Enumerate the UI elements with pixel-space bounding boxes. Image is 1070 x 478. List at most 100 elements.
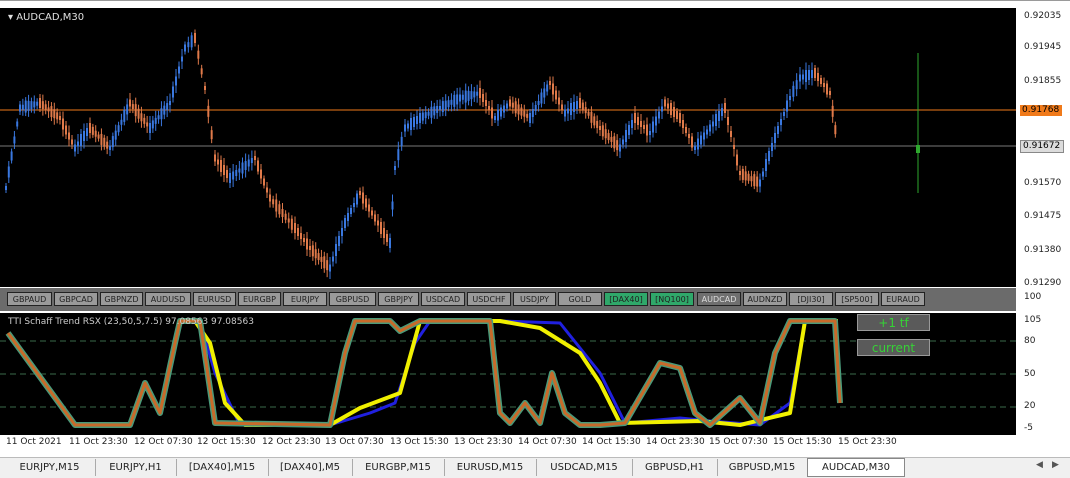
chart-tab[interactable]: AUDCAD,M30 [807, 458, 905, 477]
candle-body [709, 124, 711, 132]
candle-body [427, 111, 430, 116]
price-chart[interactable] [0, 8, 1016, 287]
candle-body [36, 101, 39, 106]
current-tf-button[interactable]: current [857, 339, 930, 356]
candle-body [97, 134, 100, 139]
candle-body [703, 132, 705, 140]
candle-body [194, 33, 196, 43]
symbol-button[interactable]: GBPUSD [329, 292, 376, 306]
time-label: 14 Oct 15:30 [582, 437, 641, 447]
candle-body [257, 160, 259, 172]
candle-body [344, 218, 346, 228]
tab-scroll-right-icon[interactable]: ▶ [1052, 460, 1059, 470]
candle-body [306, 238, 308, 250]
chart-tab[interactable]: USDCAD,M15 [536, 459, 633, 476]
candle-body [549, 81, 551, 85]
candle-body [625, 130, 627, 142]
symbol-button[interactable]: GBPNZD [100, 292, 143, 306]
chart-tab[interactable]: EURJPY,H1 [95, 459, 177, 476]
symbol-button[interactable]: [DJI30] [789, 292, 833, 306]
candle-body [297, 228, 299, 236]
chart-tab[interactable]: EURGBP,M15 [352, 459, 445, 476]
symbol-button[interactable]: EURUSD [193, 292, 236, 306]
candle-body [509, 99, 511, 107]
symbol-button[interactable]: EURGBP [238, 292, 281, 306]
candle-body [473, 91, 476, 98]
symbol-button[interactable]: AUDNZD [743, 292, 787, 306]
candle-body [564, 109, 566, 117]
chart-tab[interactable]: EURUSD,M15 [444, 459, 537, 476]
symbol-button[interactable]: AUDUSD [145, 292, 191, 306]
symbol-button[interactable]: AUDCAD [697, 292, 741, 306]
symbol-button[interactable]: USDCAD [421, 292, 465, 306]
candle-body [111, 136, 114, 148]
candle-body [338, 236, 340, 246]
symbol-button[interactable]: GBPJPY [378, 292, 419, 306]
symbol-button[interactable]: EURAUD [881, 292, 925, 306]
candle-body [584, 107, 587, 114]
symbol-button[interactable]: GBPCAD [54, 292, 98, 306]
price-label: 0.91570 [1024, 178, 1062, 188]
candle-body [619, 144, 621, 152]
candle-body [187, 42, 190, 48]
candle-body [834, 125, 837, 135]
candle-body [140, 113, 143, 122]
chart-tab[interactable]: EURJPY,M15 [4, 459, 96, 476]
indicator-chart[interactable] [0, 313, 1016, 435]
candle-body [814, 68, 816, 78]
candle-body [154, 117, 157, 124]
symbol-button[interactable]: GOLD [558, 292, 602, 306]
candle-body [511, 102, 514, 108]
symbol-button[interactable]: EURJPY [283, 292, 327, 306]
candle-body [335, 244, 337, 256]
candle-body [447, 100, 450, 108]
candle-body [607, 133, 610, 141]
symbol-button[interactable]: [DAX40] [604, 292, 648, 306]
time-label: 12 Oct 15:30 [197, 437, 256, 447]
tab-scroll-left-icon[interactable]: ◀ [1036, 460, 1043, 470]
candle-body [587, 111, 590, 116]
chart-tab[interactable]: GBPUSD,M15 [717, 459, 808, 476]
candle-body [220, 160, 222, 172]
symbol-button[interactable]: GBPAUD [7, 292, 52, 306]
candle-body [294, 223, 296, 233]
candle-body [514, 101, 517, 114]
candle-body [365, 198, 367, 208]
candle-body [362, 192, 364, 204]
candle-body [241, 162, 244, 174]
candle-body [244, 161, 247, 170]
candle-body [817, 73, 819, 81]
chart-tab[interactable]: [DAX40],M5 [268, 459, 353, 476]
chart-tab[interactable]: [DAX40],M15 [176, 459, 269, 476]
candle-body [762, 171, 764, 177]
candle-body [41, 101, 44, 110]
candle-body [555, 90, 557, 100]
candle-body [421, 112, 424, 121]
candle-body [254, 156, 256, 160]
candle-body [163, 105, 166, 115]
candle-body [33, 101, 36, 108]
symbol-button[interactable]: USDCHF [467, 292, 511, 306]
chart-tab[interactable]: GBPUSD,H1 [632, 459, 718, 476]
candle-body [552, 83, 554, 95]
candle-body [494, 116, 496, 120]
candle-body [329, 264, 331, 272]
symbol-button[interactable]: [SP500] [835, 292, 879, 306]
candle-body [771, 143, 773, 151]
candle-body [540, 92, 543, 104]
candle-body [235, 170, 238, 176]
symbol-button[interactable]: [NQ100] [650, 292, 694, 306]
candle-body [172, 86, 174, 98]
plus-one-tf-button[interactable]: +1 tf [857, 314, 930, 331]
candle-body [394, 166, 396, 170]
candle-body [430, 106, 433, 118]
candle-body [59, 116, 61, 120]
candle-body [799, 74, 801, 82]
symbol-button[interactable]: USDJPY [513, 292, 556, 306]
gray-price-tag: 0.91672 [1020, 140, 1064, 153]
candle-body [561, 104, 563, 110]
candle-body [667, 103, 669, 109]
candle-body [444, 100, 447, 110]
candle-body [71, 139, 73, 145]
candle-body [47, 107, 50, 112]
